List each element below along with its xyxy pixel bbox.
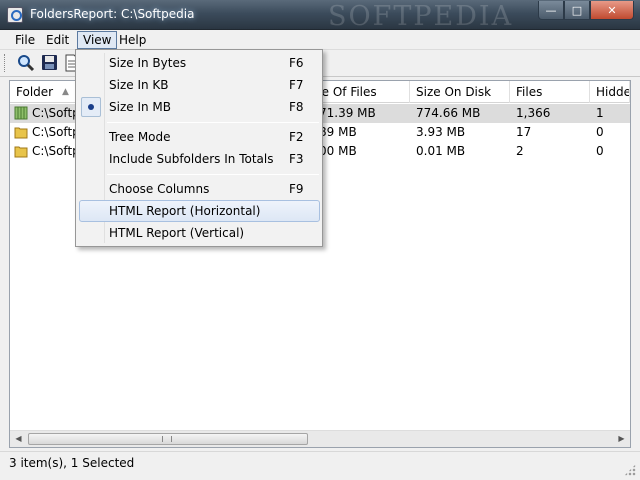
- menu-item-shortcut: F9: [289, 182, 304, 196]
- menu-item-size-in-kb[interactable]: Size In KB F7: [79, 74, 320, 96]
- search-icon: [18, 55, 35, 72]
- watermark: SOFTPEDIA: [328, 1, 514, 32]
- chevron-left-icon: ◀: [15, 434, 22, 443]
- menu-separator: [107, 174, 319, 175]
- cell-size-of-files: 71.39 MB: [319, 106, 376, 120]
- cell-size-on-disk: 3.93 MB: [416, 125, 466, 139]
- menu-item-shortcut: F8: [289, 100, 304, 114]
- cell-files: 2: [516, 144, 524, 158]
- caption-buttons: — □ ✕: [538, 1, 634, 20]
- menu-item-shortcut: F7: [289, 78, 304, 92]
- toolbar-grip: [4, 54, 7, 72]
- column-label: Folder: [16, 85, 54, 99]
- menu-item-shortcut: F2: [289, 130, 304, 144]
- maximize-button[interactable]: □: [564, 1, 590, 20]
- cell-size-of-files: 89 MB: [319, 125, 357, 139]
- cell-files: 1,366: [516, 106, 551, 120]
- maximize-icon: □: [571, 3, 583, 17]
- menu-item-shortcut: F6: [289, 56, 304, 70]
- menu-view[interactable]: View: [77, 31, 118, 49]
- save-button[interactable]: [40, 53, 60, 73]
- menu-help[interactable]: Help: [114, 31, 151, 49]
- cell-hidden: 0: [596, 144, 604, 158]
- menu-item-html-report-horizontal[interactable]: HTML Report (Horizontal): [79, 200, 320, 222]
- scroll-left-button[interactable]: ◀: [10, 431, 27, 447]
- horizontal-scrollbar[interactable]: ◀ ▶: [10, 430, 630, 447]
- column-label: Size On Disk: [416, 85, 492, 99]
- radio-selected-icon: [81, 97, 101, 117]
- column-label: Files: [516, 85, 543, 99]
- menu-bar: File Edit View Help: [0, 30, 640, 50]
- column-header-size-on-disk[interactable]: Size On Disk: [410, 81, 510, 103]
- close-icon: ✕: [607, 3, 617, 17]
- title-bar: FoldersReport: C:\Softpedia SOFTPEDIA — …: [0, 0, 640, 32]
- menu-item-shortcut: F3: [289, 152, 304, 166]
- chevron-right-icon: ▶: [618, 434, 625, 443]
- status-bar: 3 item(s), 1 Selected: [0, 451, 640, 480]
- cell-size-of-files: 00 MB: [319, 144, 357, 158]
- sort-arrow-icon: ▲: [62, 87, 69, 97]
- menu-item-label: Choose Columns: [109, 182, 210, 196]
- minimize-icon: —: [545, 3, 557, 17]
- menu-item-label: Tree Mode: [109, 130, 171, 144]
- window-title: FoldersReport: C:\Softpedia: [30, 7, 195, 21]
- search-button[interactable]: [16, 53, 36, 73]
- menu-item-label: Size In Bytes: [109, 56, 187, 70]
- menu-item-size-in-mb[interactable]: Size In MB F8: [79, 96, 320, 118]
- cell-hidden: 0: [596, 125, 604, 139]
- menu-edit[interactable]: Edit: [41, 31, 74, 49]
- cell-files: 17: [516, 125, 532, 139]
- menu-item-choose-columns[interactable]: Choose Columns F9: [79, 178, 320, 200]
- menu-separator: [107, 122, 319, 123]
- scrollbar-thumb[interactable]: [28, 433, 308, 445]
- save-icon: [42, 55, 57, 70]
- menu-item-include-subfolders[interactable]: Include Subfolders In Totals F3: [79, 148, 320, 170]
- close-button[interactable]: ✕: [590, 1, 634, 20]
- menu-item-tree-mode[interactable]: Tree Mode F2: [79, 126, 320, 148]
- menu-item-label: HTML Report (Vertical): [109, 226, 245, 240]
- menu-item-label: HTML Report (Horizontal): [109, 204, 261, 218]
- menu-file[interactable]: File: [10, 31, 40, 49]
- menu-item-label: Size In MB: [109, 100, 171, 114]
- menu-item-label: Include Subfolders In Totals: [109, 152, 274, 166]
- app-icon: [7, 7, 23, 23]
- minimize-button[interactable]: —: [538, 1, 564, 20]
- cell-size-on-disk: 774.66 MB: [416, 106, 481, 120]
- menu-item-size-in-bytes[interactable]: Size In Bytes F6: [79, 52, 320, 74]
- cell-size-on-disk: 0.01 MB: [416, 144, 466, 158]
- cell-hidden: 1: [596, 106, 604, 120]
- column-label: Hidden: [596, 85, 629, 99]
- column-header-files[interactable]: Files: [510, 81, 590, 103]
- resize-grip-icon[interactable]: [624, 464, 636, 476]
- status-text: 3 item(s), 1 Selected: [9, 456, 135, 470]
- column-header-hidden[interactable]: Hidden: [590, 81, 630, 103]
- scroll-right-button[interactable]: ▶: [613, 431, 630, 447]
- menu-item-label: Size In KB: [109, 78, 169, 92]
- view-menu-dropdown: Size In Bytes F6 Size In KB F7 Size In M…: [75, 49, 323, 247]
- menu-item-html-report-vertical[interactable]: HTML Report (Vertical): [79, 222, 320, 244]
